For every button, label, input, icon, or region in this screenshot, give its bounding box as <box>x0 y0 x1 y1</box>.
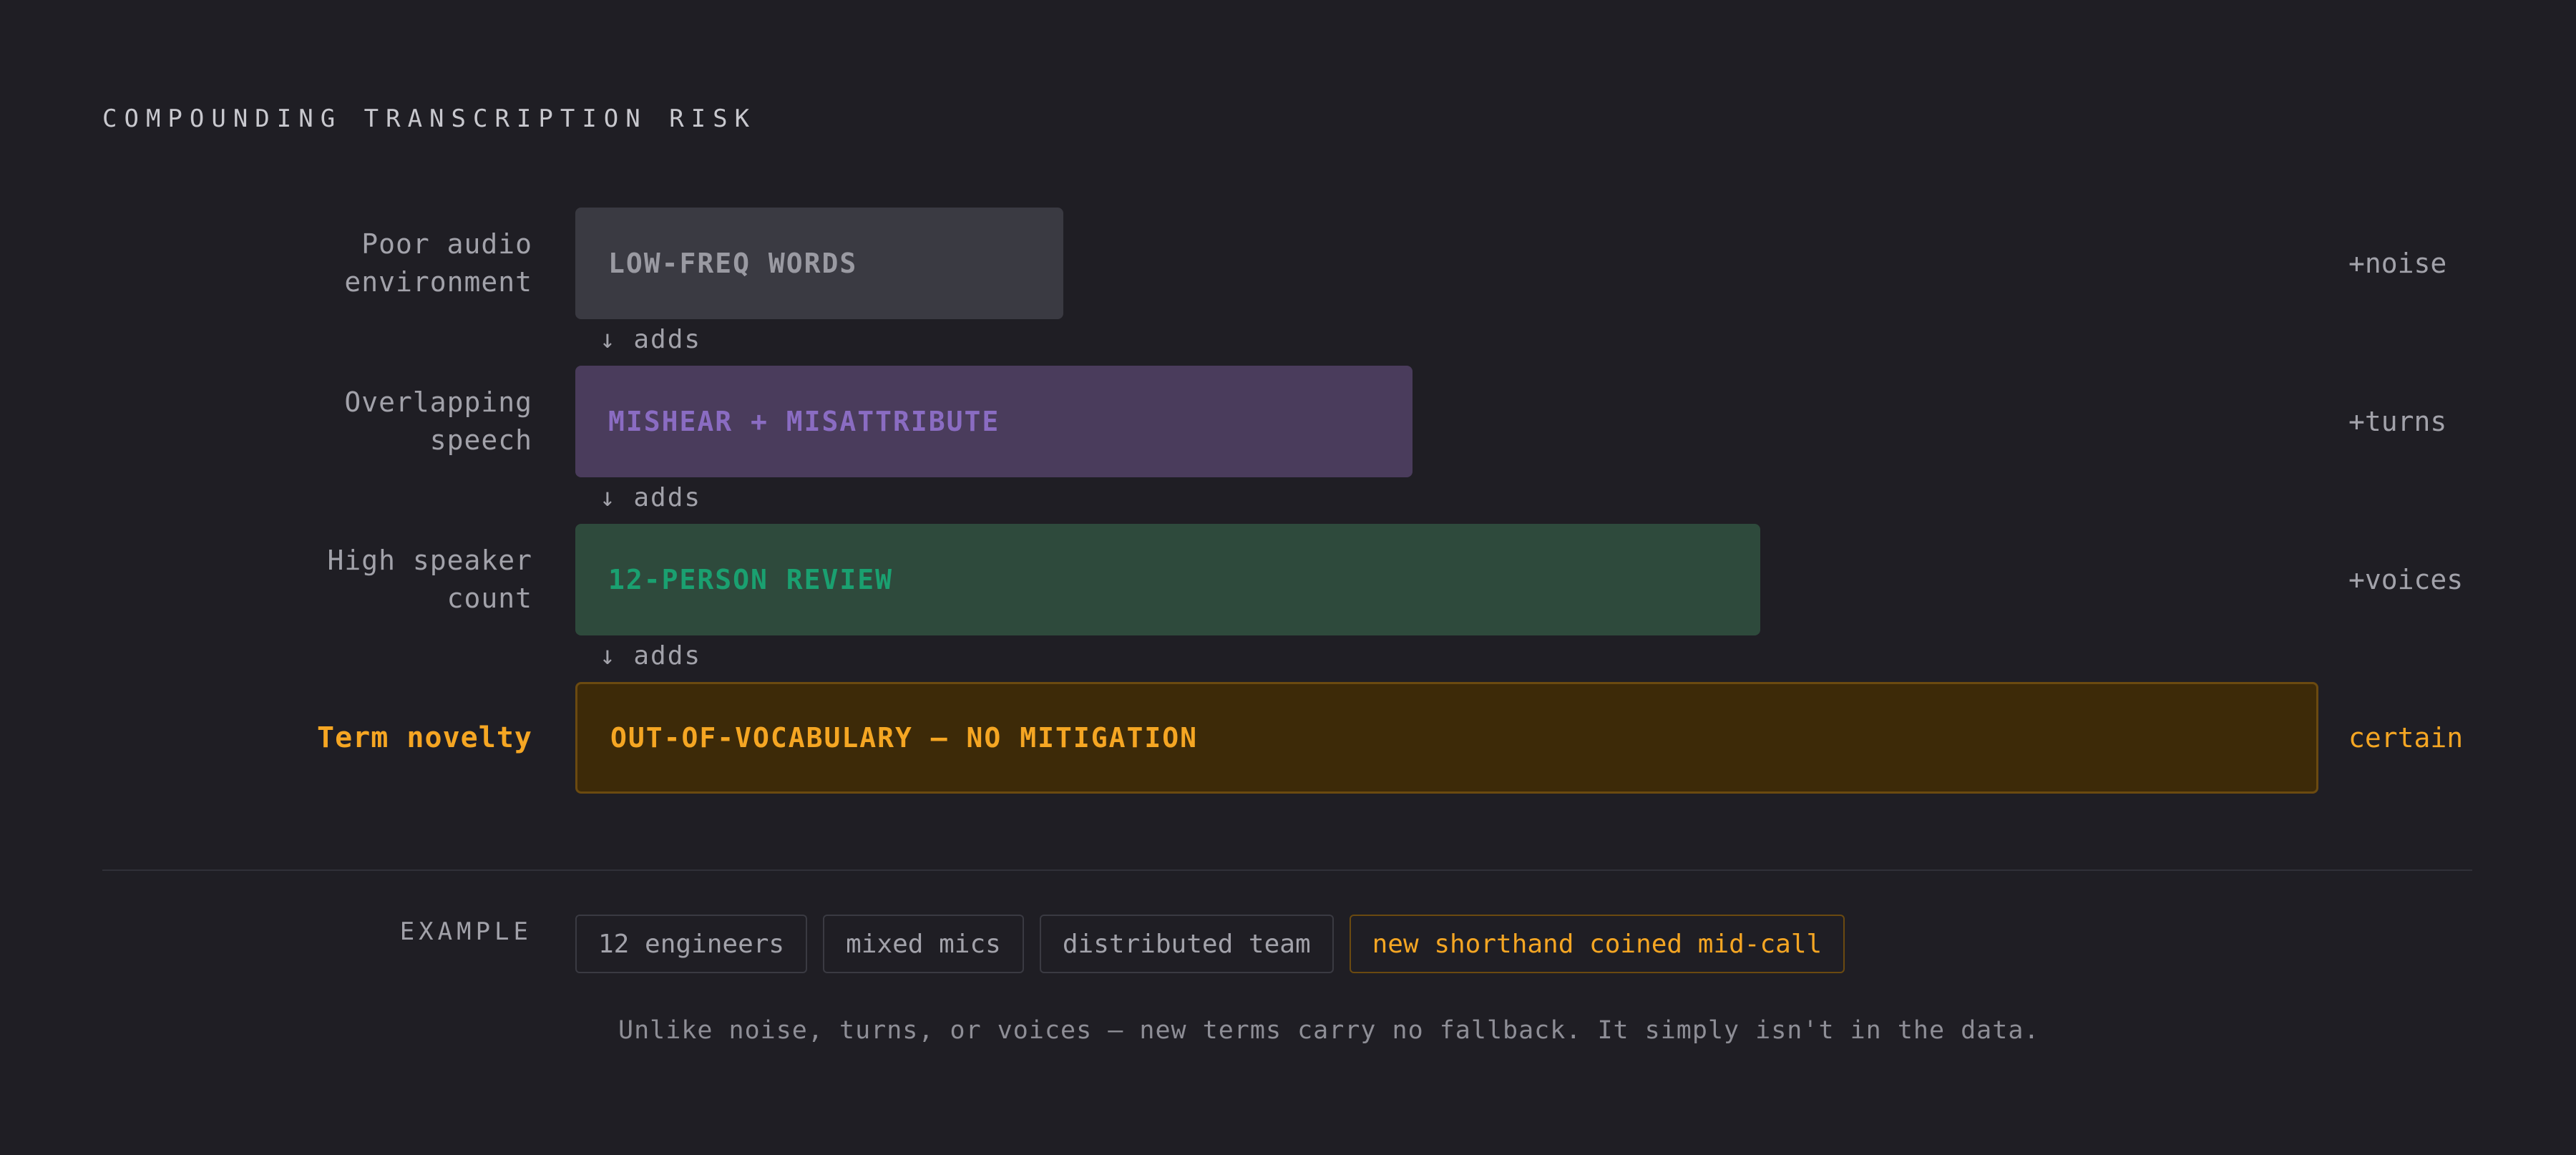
row-tag-turns: +turns <box>2348 406 2447 437</box>
risk-row-audio: Poor audio environment LOW-FREQ WORDS +n… <box>0 208 2576 319</box>
adds-connector: ↓ adds <box>600 483 702 512</box>
row-label-line2: environment <box>344 266 532 298</box>
row-label: Overlapping speech <box>175 366 532 477</box>
adds-connector: ↓ adds <box>600 641 702 671</box>
row-label: High speaker count <box>175 524 532 635</box>
diagram-title: COMPOUNDING TRANSCRIPTION RISK <box>102 104 757 133</box>
example-chip: distributed team <box>1039 915 1334 973</box>
row-tag-certain: certain <box>2348 722 2464 754</box>
example-chip: mixed mics <box>823 915 1024 973</box>
footnote: Unlike noise, turns, or voices — new ter… <box>618 1016 2040 1045</box>
row-label: Term novelty <box>175 682 532 794</box>
risk-row-speakers: High speaker count 12-PERSON REVIEW +voi… <box>0 524 2576 635</box>
row-label-line1: Poor audio <box>361 228 532 260</box>
example-chip-highlight: new shorthand coined mid-call <box>1349 915 1845 973</box>
risk-bar-mishear: MISHEAR + MISATTRIBUTE <box>575 366 1413 477</box>
divider <box>102 869 2472 871</box>
row-label: Poor audio environment <box>175 208 532 319</box>
row-label-line1: High speaker <box>327 545 532 576</box>
row-label-line1: Overlapping <box>344 386 532 418</box>
risk-row-overlap: Overlapping speech MISHEAR + MISATTRIBUT… <box>0 366 2576 477</box>
risk-bar-review: 12-PERSON REVIEW <box>575 524 1760 635</box>
adds-connector: ↓ adds <box>600 325 702 354</box>
row-label-line2: count <box>447 583 532 614</box>
risk-bar-oov: OUT-OF-VOCABULARY — NO MITIGATION <box>575 682 2318 794</box>
row-label-line1: Term novelty <box>317 721 532 754</box>
row-tag-voices: +voices <box>2348 564 2464 595</box>
risk-row-novelty: Term novelty OUT-OF-VOCABULARY — NO MITI… <box>0 682 2576 794</box>
example-chips: 12 engineers mixed mics distributed team… <box>575 915 1845 973</box>
example-chip: 12 engineers <box>575 915 808 973</box>
row-label-line2: speech <box>429 424 532 456</box>
example-label: EXAMPLE <box>399 917 532 946</box>
row-tag-noise: +noise <box>2348 248 2447 279</box>
risk-bar-low-freq: LOW-FREQ WORDS <box>575 208 1063 319</box>
